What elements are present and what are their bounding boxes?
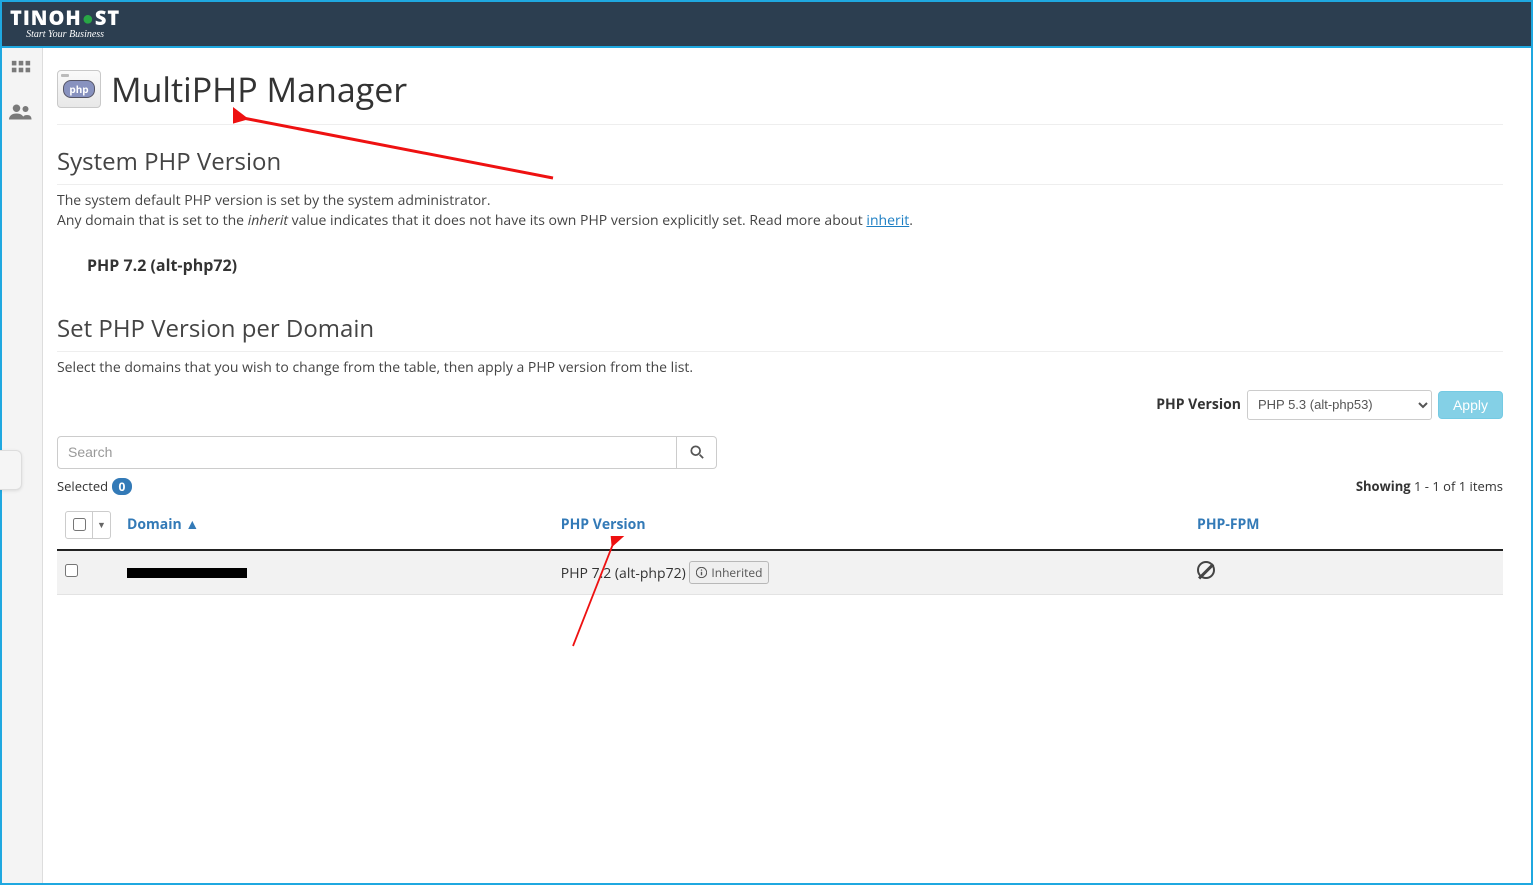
select-all-dropdown[interactable]: ▼ [93,511,111,539]
set-php-section: Set PHP Version per Domain Select the do… [57,312,1503,595]
select-all-checkbox[interactable] [65,511,93,539]
table-header-fpm[interactable]: PHP-FPM [1189,501,1503,550]
table-header-domain[interactable]: Domain ▲ [119,501,553,550]
php-version-controls: PHP Version PHP 5.3 (alt-php53) Apply [57,390,1503,420]
system-php-desc1: The system default PHP version is set by… [57,191,1503,211]
info-icon [696,567,707,578]
row-domain-cell [119,550,553,595]
frame-accent [0,0,2,885]
search-button[interactable] [677,436,717,469]
system-php-version: PHP 7.2 (alt-php72) [57,232,1503,286]
row-php-version: PHP 7.2 (alt-php72) [561,564,686,583]
text: Any domain that is set to the [57,211,248,230]
selected-badge: 0 [112,478,133,495]
table-row: PHP 7.2 (alt-php72) Inherited [57,550,1503,595]
users-icon[interactable] [9,100,33,130]
inherited-badge: Inherited [689,561,769,584]
text: . [909,211,913,230]
search-input[interactable] [57,436,677,469]
page-title: MultiPHP Manager [111,66,407,112]
php-version-select[interactable]: PHP 5.3 (alt-php53) [1247,390,1432,420]
apps-grid-icon[interactable] [10,58,32,88]
main-content: php MultiPHP Manager System PHP Version … [43,48,1533,885]
row-fpm-cell [1189,550,1503,595]
multiphp-icon: php [57,70,101,108]
row-checkbox-cell [57,550,119,595]
showing-range: 1 - 1 of 1 items [1414,477,1503,495]
brand-name: TINOH●ST [10,8,120,28]
ban-icon [1197,561,1215,579]
domain-name-redacted [127,568,247,578]
showing-count: Showing 1 - 1 of 1 items [1356,477,1503,495]
system-php-desc2: Any domain that is set to the inherit va… [57,211,1503,231]
row-php-cell: PHP 7.2 (alt-php72) Inherited [553,550,1189,595]
domains-table: ▼ Domain ▲ PHP Version PHP-FPM [57,501,1503,595]
inherited-label: Inherited [711,564,762,581]
page-header: php MultiPHP Manager [57,60,1503,125]
side-widget-tab[interactable] [0,450,22,490]
search-icon [690,445,704,459]
apply-button[interactable]: Apply [1438,391,1503,419]
selected-count: Selected 0 [57,477,132,495]
php-version-label: PHP Version [1156,395,1241,414]
table-header-php[interactable]: PHP Version [553,501,1189,550]
set-php-desc: Select the domains that you wish to chan… [57,358,1503,378]
system-php-heading: System PHP Version [57,145,1503,185]
php-badge: php [63,80,94,98]
brand-logo[interactable]: TINOH●ST Start Your Business [10,8,120,40]
brand-tagline: Start Your Business [10,30,120,40]
text: value indicates that it does not have it… [288,211,866,230]
system-php-section: System PHP Version The system default PH… [57,145,1503,286]
top-bar: TINOH●ST Start Your Business [0,0,1533,48]
checkbox-input[interactable] [73,518,86,531]
inherit-link[interactable]: inherit [866,211,909,230]
table-header-checkbox: ▼ [57,501,119,550]
search-row [57,436,717,469]
inherit-em: inherit [248,211,288,230]
showing-label: Showing [1356,477,1411,495]
set-php-heading: Set PHP Version per Domain [57,312,1503,352]
selected-label: Selected [57,477,108,495]
row-checkbox[interactable] [65,564,78,577]
table-meta: Selected 0 Showing 1 - 1 of 1 items [57,477,1503,495]
